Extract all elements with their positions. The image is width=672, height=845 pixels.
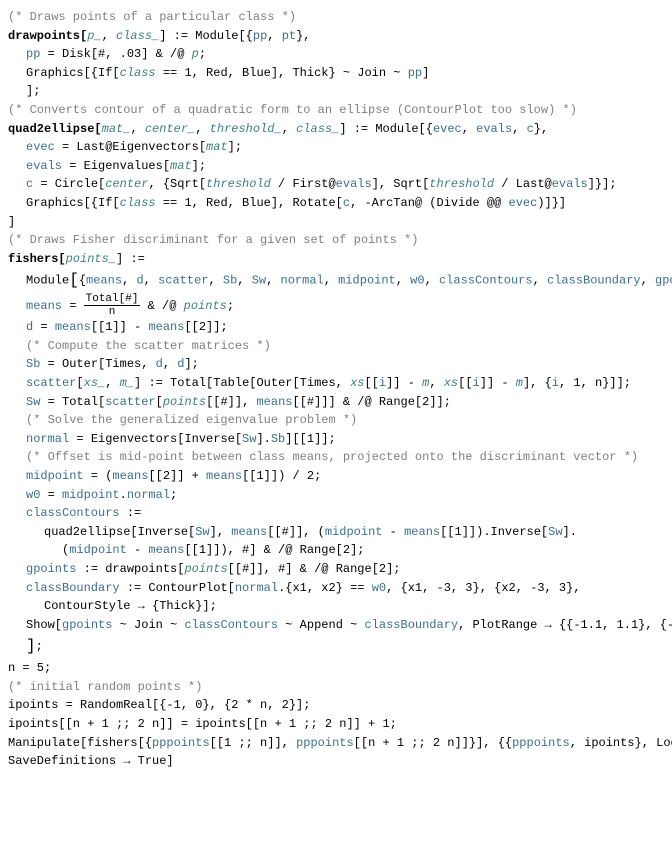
code-line: Sw = Total[scatter[points[[#]], means[[#… — [8, 393, 664, 412]
code-line: ]; — [8, 634, 664, 659]
code-line: midpoint = (means[[2]] + means[[1]]) / 2… — [8, 467, 664, 486]
comment: (* Draws points of a particular class *) — [8, 8, 664, 27]
comment: (* initial random points *) — [8, 678, 664, 697]
code-line: Graphics[{If[class == 1, Red, Blue], Rot… — [8, 194, 664, 213]
code-line: ]; — [8, 82, 664, 101]
code-line: classContours := — [8, 504, 664, 523]
code-line: (midpoint - means[[1]]), #] & /@ Range[2… — [8, 541, 664, 560]
code-line: quad2ellipse[mat_, center_, threshold_, … — [8, 120, 664, 139]
code-line: c = Circle[center, {Sqrt[threshold / Fir… — [8, 175, 664, 194]
code-line: ContourStyle → {Thick}]; — [8, 597, 664, 616]
code-line: n = 5; — [8, 659, 664, 678]
code-line: ipoints[[n + 1 ;; 2 n]] = ipoints[[n + 1… — [8, 715, 664, 734]
code-line: gpoints := drawpoints[points[[#]], #] & … — [8, 560, 664, 579]
code-line: Sb = Outer[Times, d, d]; — [8, 355, 664, 374]
code-line: pp = Disk[#, .03] & /@ p; — [8, 45, 664, 64]
code-line: classBoundary := ContourPlot[normal.{x1,… — [8, 579, 664, 598]
code-line: Manipulate[fishers[{pppoints[[1 ;; n]], … — [8, 734, 664, 753]
code-line: evec = Last@Eigenvectors[mat]; — [8, 138, 664, 157]
code-block: (* Draws points of a particular class *)… — [8, 8, 664, 771]
code-line: w0 = midpoint.normal; — [8, 486, 664, 505]
comment: (* Offset is mid-point between class mea… — [8, 448, 664, 467]
code-line: Show[gpoints ~ Join ~ classContours ~ Ap… — [8, 616, 664, 635]
comment: (* Draws Fisher discriminant for a given… — [8, 231, 664, 250]
code-line: Module[{means, d, scatter, Sb, Sw, norma… — [8, 268, 664, 293]
code-line: scatter[xs_, m_] := Total[Table[Outer[Ti… — [8, 374, 664, 393]
code-line: ] — [8, 213, 664, 232]
comment: (* Converts contour of a quadratic form … — [8, 101, 664, 120]
code-line: drawpoints[p_, class_] := Module[{pp, pt… — [8, 27, 664, 46]
code-line: Graphics[{If[class == 1, Red, Blue], Thi… — [8, 64, 664, 83]
code-line: SaveDefinitions → True] — [8, 752, 664, 771]
code-line: quad2ellipse[Inverse[Sw], means[[#]], (m… — [8, 523, 664, 542]
code-line: means = Total[#]n & /@ points; — [8, 293, 664, 318]
code-line: normal = Eigenvectors[Inverse[Sw].Sb][[1… — [8, 430, 664, 449]
code-line: fishers[points_] := — [8, 250, 664, 269]
comment: (* Compute the scatter matrices *) — [8, 337, 664, 356]
comment: (* Solve the generalized eigenvalue prob… — [8, 411, 664, 430]
code-line: ipoints = RandomReal[{-1, 0}, {2 * n, 2}… — [8, 696, 664, 715]
code-line: evals = Eigenvalues[mat]; — [8, 157, 664, 176]
code-line: d = means[[1]] - means[[2]]; — [8, 318, 664, 337]
